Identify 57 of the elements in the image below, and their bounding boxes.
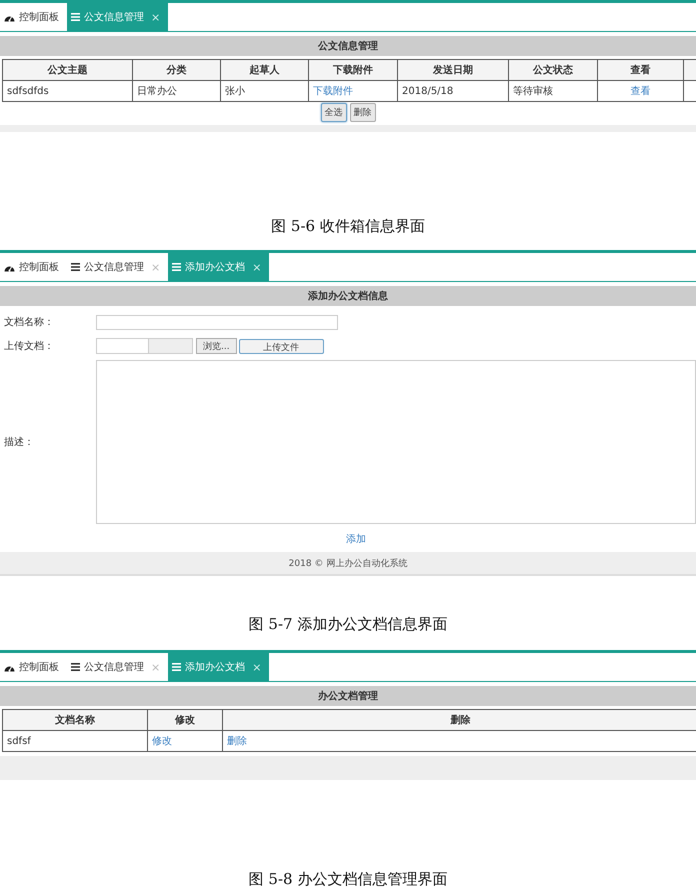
tab-label: 控制面板 <box>19 10 59 24</box>
table-link[interactable]: 修改 <box>152 736 172 747</box>
description-field[interactable] <box>96 360 696 524</box>
file-name-field[interactable] <box>96 338 149 354</box>
tab-label: 控制面板 <box>19 660 59 674</box>
tab[interactable]: 添加办公文档 × <box>168 253 270 281</box>
figure-caption: 图 5-7 添加办公文档信息界面 <box>248 615 448 634</box>
table-cell: 等待审核 <box>513 86 553 97</box>
menu-icon <box>71 13 80 21</box>
column-header: 公文状态 <box>508 60 598 80</box>
figure-caption: 图 5-8 办公文档信息管理界面 <box>248 870 448 889</box>
table-cell: 日常办公 <box>137 86 177 97</box>
table-cell: sdfsf <box>7 736 31 746</box>
column-header: 查看 <box>598 60 684 80</box>
menu-icon <box>172 263 182 271</box>
column-header: 起草人 <box>220 60 308 80</box>
panel-title: 办公文档管理 <box>0 686 696 706</box>
menu-icon <box>71 663 80 671</box>
table-link[interactable]: 查看 <box>630 86 650 97</box>
tab-label: 控制面板 <box>19 260 59 274</box>
table-cell: sdfsdfds <box>7 86 49 96</box>
field-label: 文档名称： <box>3 316 55 329</box>
close-icon[interactable]: × <box>151 10 160 24</box>
tab[interactable]: 公文信息管理 × <box>67 3 168 31</box>
table-cell: 张小 <box>225 86 245 97</box>
column-header: 公文主题 <box>2 60 132 80</box>
input-field[interactable] <box>96 314 338 330</box>
tab-label: 公文信息管理 <box>84 660 144 674</box>
column-header: 文档名称 <box>2 710 148 730</box>
field-label: 描述： <box>3 436 35 449</box>
close-icon[interactable]: × <box>252 660 262 674</box>
table-link[interactable]: 删除 <box>227 736 247 747</box>
column-header: 下载附件 <box>308 60 398 80</box>
column-header: 分类 <box>132 60 220 80</box>
tab-label: 添加办公文档 <box>185 660 246 674</box>
field-label: 上传文档： <box>3 340 55 353</box>
tab-label: 公文信息管理 <box>84 260 144 274</box>
figure-caption: 图 5-6 收件箱信息界面 <box>270 217 426 236</box>
close-icon[interactable]: × <box>252 260 262 274</box>
action-button[interactable]: 删除 <box>350 103 376 122</box>
column-header: 修改 <box>148 710 222 730</box>
panel-title: 添加办公文档信息 <box>0 286 696 306</box>
menu-icon <box>71 263 80 271</box>
table-cell: 2018/5/18 <box>402 86 454 96</box>
column-header: 删除 <box>222 710 696 730</box>
browse-button[interactable]: 浏览... <box>196 338 237 354</box>
file-input-field[interactable] <box>149 338 193 354</box>
upload-button[interactable]: 上传文件 <box>238 338 324 354</box>
tab-label: 添加办公文档 <box>185 260 246 274</box>
column-header: 发送日期 <box>398 60 508 80</box>
footer-text: 2018 © 网上办公自动化系统 <box>288 558 408 570</box>
tab-label: 公文信息管理 <box>84 10 144 24</box>
tab[interactable]: 添加办公文档 × <box>168 653 270 681</box>
action-button[interactable]: 全选 <box>320 103 346 122</box>
panel-title: 公文信息管理 <box>0 36 696 56</box>
add-link[interactable]: 添加 <box>0 532 696 546</box>
menu-icon <box>172 663 182 671</box>
